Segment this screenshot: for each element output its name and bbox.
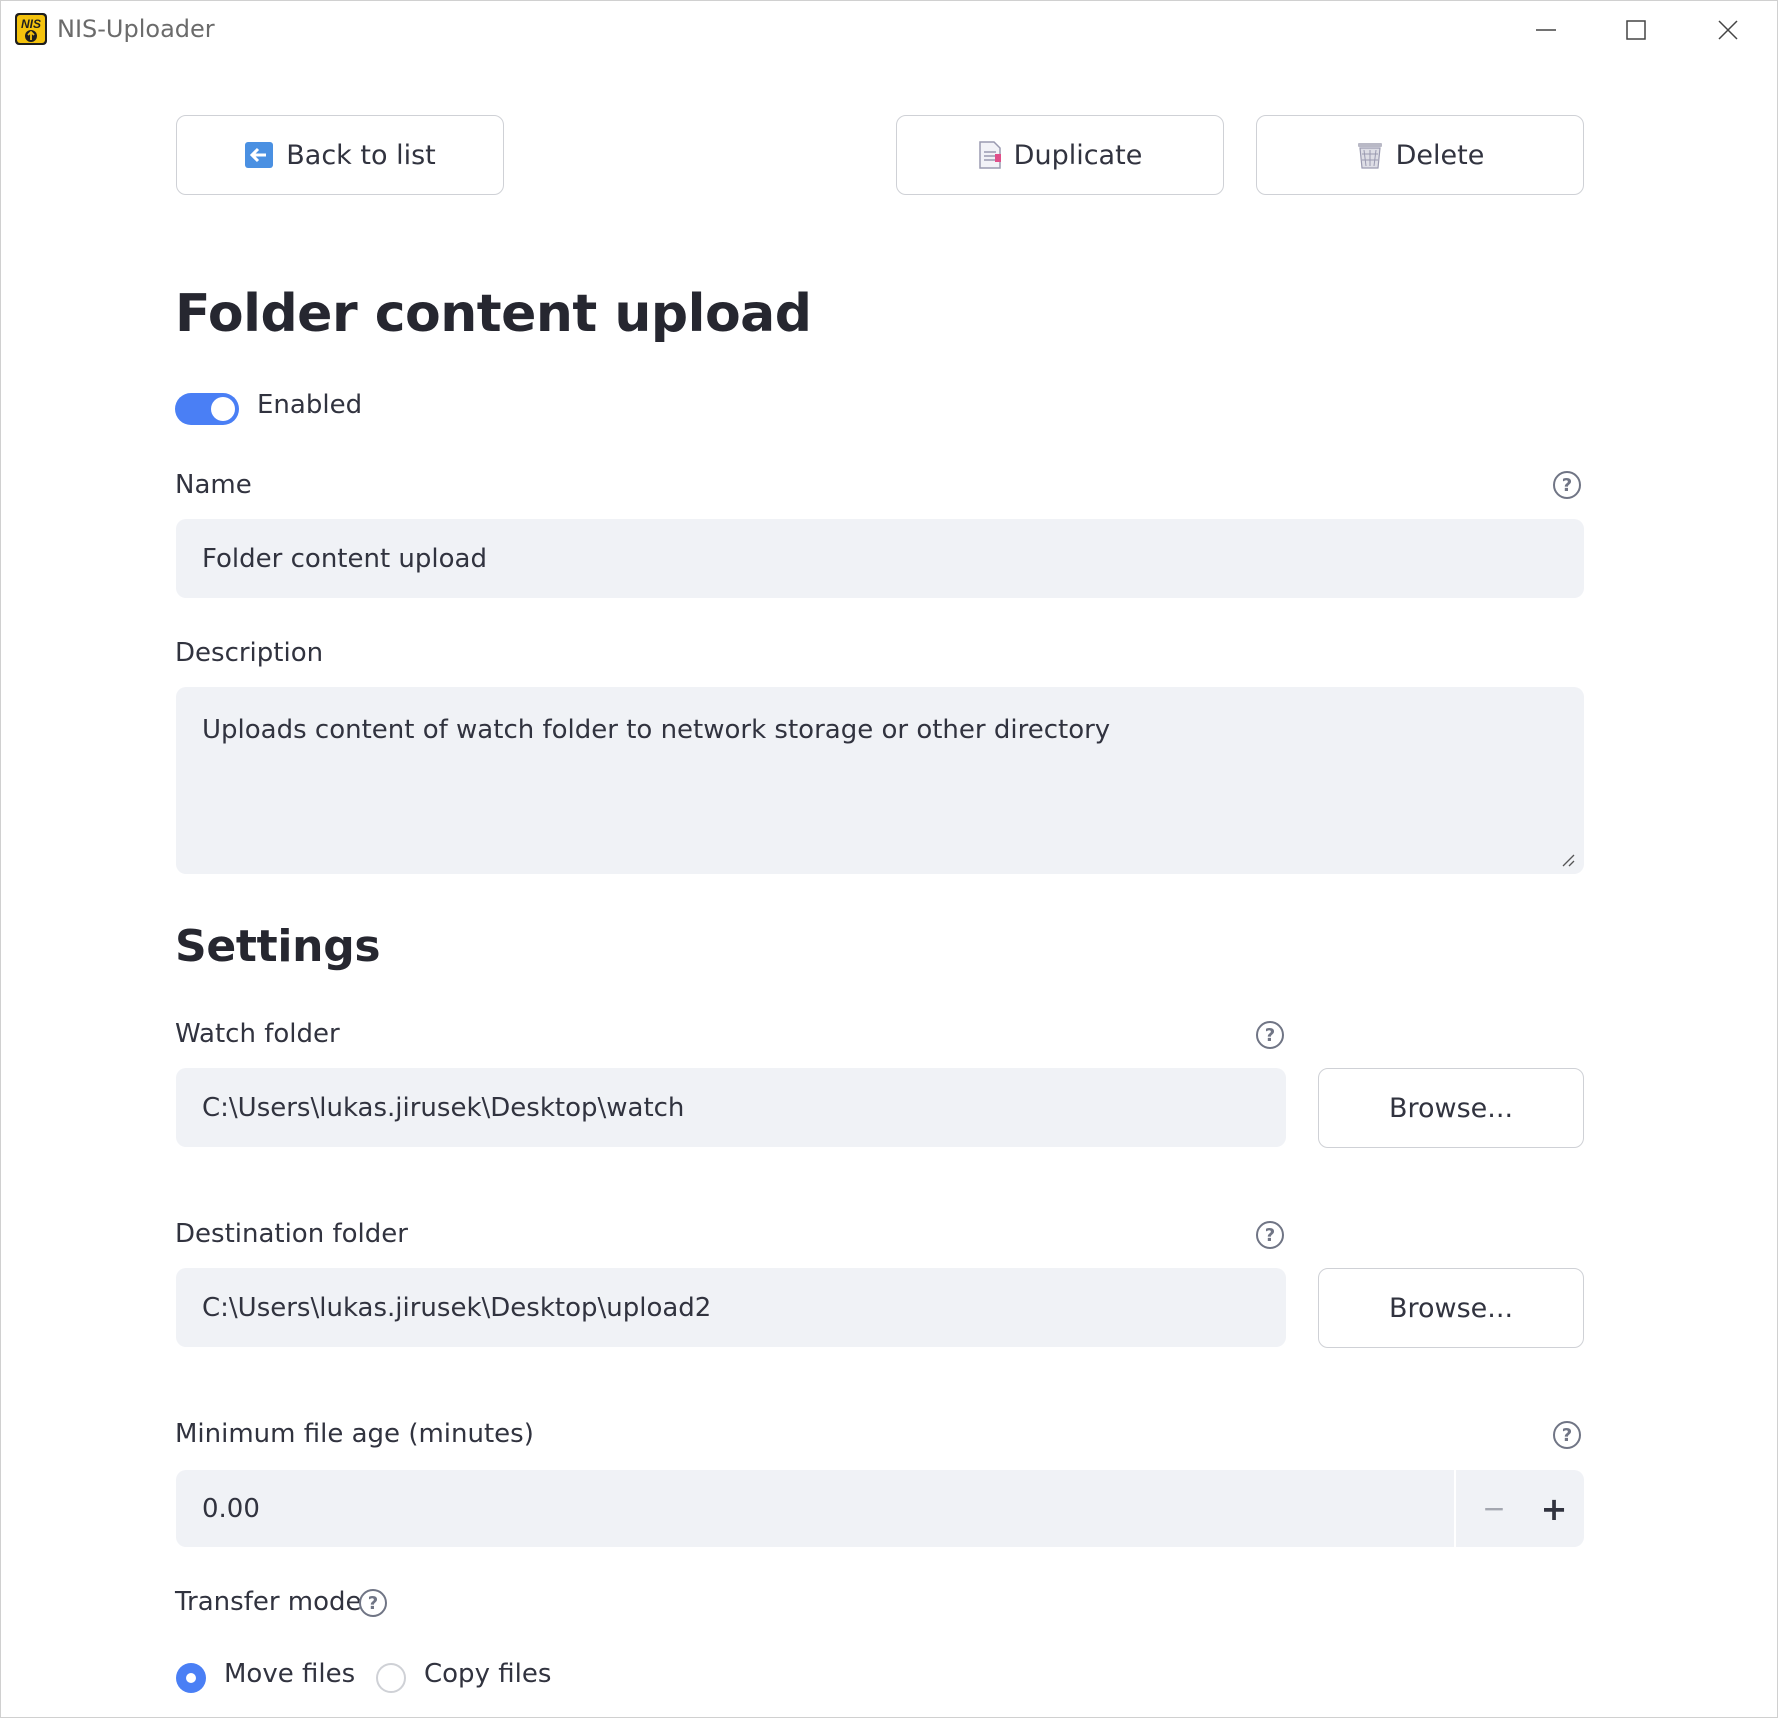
document-copy-icon [978,140,1002,170]
settings-heading: Settings [175,921,381,972]
decrement-button[interactable]: − [1466,1470,1522,1547]
increment-button[interactable]: + [1526,1470,1582,1547]
destination-folder-label: Destination folder [175,1219,408,1249]
enabled-toggle[interactable] [175,393,239,425]
minimize-icon [1536,29,1556,31]
delete-button[interactable]: Delete [1256,115,1584,195]
title-bar: NIS NIS-Uploader [1,1,1777,59]
description-label: Description [175,638,324,668]
move-files-label[interactable]: Move files [224,1659,355,1689]
description-text: Uploads content of watch folder to netwo… [202,715,1111,745]
enabled-label: Enabled [257,390,363,420]
name-input[interactable]: Folder content upload [176,519,1584,598]
destination-folder-browse-button[interactable]: Browse... [1318,1268,1584,1348]
resize-handle-icon[interactable] [1560,852,1576,868]
transfer-mode-help-icon[interactable]: ? [359,1589,387,1617]
browse-label: Browse... [1388,1092,1514,1124]
min-file-age-help-icon[interactable]: ? [1553,1421,1581,1449]
min-file-age-stepper: 0.00 − + [176,1470,1584,1547]
stepper-divider [1454,1470,1456,1547]
app-window: NIS NIS-Uploader Back to list Duplicate … [0,0,1778,1718]
toggle-knob [211,397,235,421]
back-to-list-label: Back to list [286,139,436,171]
minimize-button[interactable] [1501,1,1591,59]
close-button[interactable] [1683,1,1773,59]
watch-folder-browse-button[interactable]: Browse... [1318,1068,1584,1148]
name-help-icon[interactable]: ? [1553,471,1581,499]
delete-label: Delete [1395,139,1485,171]
move-files-radio[interactable] [176,1663,206,1693]
duplicate-label: Duplicate [1013,139,1143,171]
close-icon [1718,20,1738,40]
page-title: Folder content upload [175,284,812,344]
description-textarea[interactable]: Uploads content of watch folder to netwo… [176,687,1584,874]
browse-label: Browse... [1388,1292,1514,1324]
trash-icon [1356,140,1384,170]
duplicate-button[interactable]: Duplicate [896,115,1224,195]
svg-text:NIS: NIS [21,17,41,31]
watch-folder-label: Watch folder [175,1019,340,1049]
min-file-age-input[interactable]: 0.00 [202,1494,260,1524]
destination-folder-input[interactable]: C:\Users\lukas.jirusek\Desktop\upload2 [176,1268,1286,1347]
nis-app-icon: NIS [15,13,47,45]
copy-files-label[interactable]: Copy files [424,1659,551,1689]
window-title: NIS-Uploader [57,15,215,43]
name-label: Name [175,470,252,500]
transfer-mode-label: Transfer mode [175,1587,362,1617]
maximize-icon [1626,20,1646,40]
copy-files-radio[interactable] [376,1663,406,1693]
arrow-left-icon [244,141,274,169]
destination-folder-help-icon[interactable]: ? [1256,1221,1284,1249]
min-file-age-label: Minimum file age (minutes) [175,1419,534,1449]
watch-folder-input[interactable]: C:\Users\lukas.jirusek\Desktop\watch [176,1068,1286,1147]
maximize-button[interactable] [1591,1,1681,59]
watch-folder-help-icon[interactable]: ? [1256,1021,1284,1049]
back-to-list-button[interactable]: Back to list [176,115,504,195]
